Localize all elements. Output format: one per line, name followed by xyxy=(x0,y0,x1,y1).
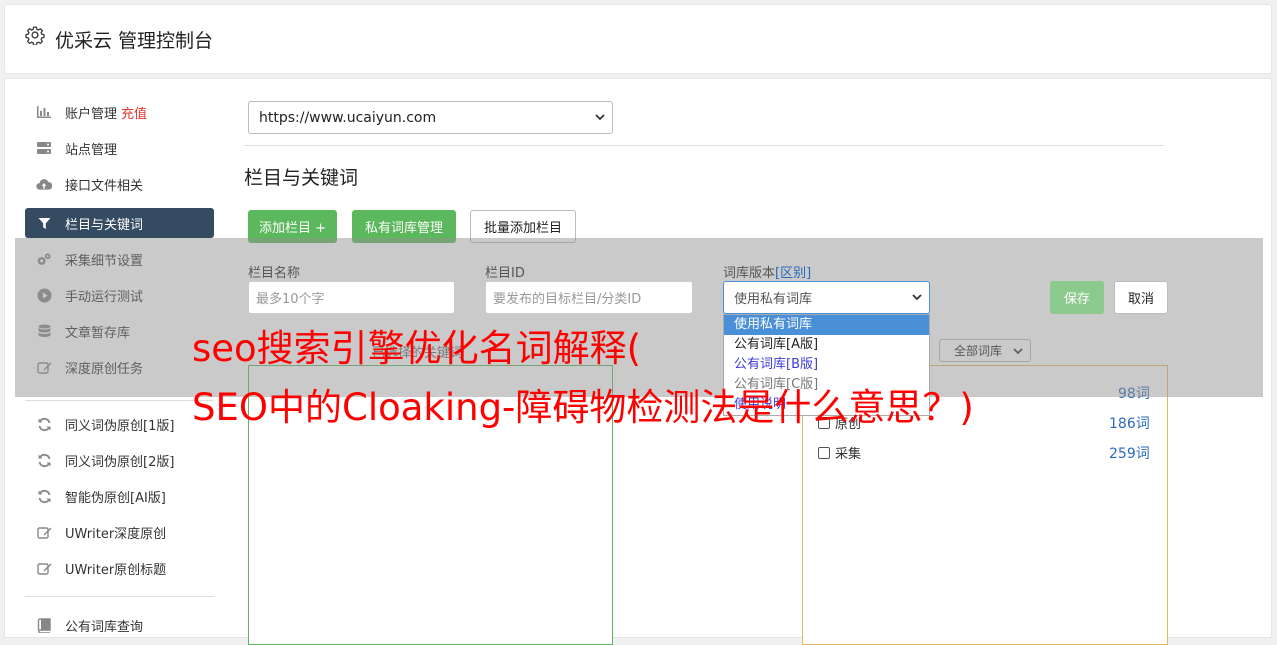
cancel-button[interactable]: 取消 xyxy=(1114,281,1168,314)
chevron-down-icon xyxy=(912,294,922,301)
site-select[interactable]: https://www.ucaiyun.com xyxy=(248,101,613,134)
recharge-link[interactable]: 充值 xyxy=(121,103,147,122)
sidebar-divider xyxy=(25,596,214,597)
sidebar-item-synonym-v1[interactable]: 同义词伪原创[1版] xyxy=(25,409,214,439)
sidebar-item-label: 账户管理 xyxy=(65,106,118,122)
sidebar-item-sites[interactable]: 站点管理 xyxy=(25,133,214,163)
refresh-icon xyxy=(36,488,52,504)
watermark-line-1: seo搜索引擎优化名词解释( xyxy=(192,327,642,370)
dropdown-option[interactable]: 公有词库[B版] xyxy=(724,355,929,375)
save-button[interactable]: 保存 xyxy=(1050,281,1104,314)
sidebar-item-uwriter-title[interactable]: UWriter原创标题 xyxy=(25,553,214,583)
word-count: 186词 xyxy=(1109,416,1150,432)
sidebar-item-label: UWriter深度原创 xyxy=(65,526,167,542)
sidebar-item-interface[interactable]: 接口文件相关 xyxy=(25,169,214,199)
dropdown-option[interactable]: 使用私有词库 xyxy=(724,315,929,335)
edit-icon xyxy=(36,560,52,576)
sidebar-item-uwriter-deep[interactable]: UWriter深度原创 xyxy=(25,517,214,547)
filter-icon xyxy=(36,215,52,231)
library-version-value: 使用私有词库 xyxy=(734,292,813,307)
column-name-label: 栏目名称 xyxy=(248,266,301,281)
refresh-icon xyxy=(36,452,52,468)
sidebar-item-account[interactable]: 账户管理 充值 xyxy=(25,97,214,127)
sidebar-item-ai-rewrite[interactable]: 智能伪原创[AI版] xyxy=(25,481,214,511)
divider xyxy=(244,145,1164,146)
refresh-icon xyxy=(36,416,52,432)
row-label: 采集 xyxy=(835,447,862,462)
sidebar-item-label: UWriter原创标题 xyxy=(65,562,167,578)
sidebar-item-label: 接口文件相关 xyxy=(65,178,144,194)
dropdown-option[interactable]: 公有词库[A版] xyxy=(724,335,929,355)
book-icon xyxy=(36,617,52,633)
sidebar-item-label: 栏目与关键词 xyxy=(65,217,144,233)
library-version-label: 词库版本[区别] xyxy=(723,262,811,281)
watermark-line-2: SEO中的Cloaking-障碍物检测法是什么意思？) xyxy=(192,386,974,429)
page-title: 优采云 管理控制台 xyxy=(55,30,214,52)
edit-icon xyxy=(36,524,52,540)
checkbox[interactable] xyxy=(818,446,830,459)
column-name-input[interactable]: 最多10个字 xyxy=(248,281,455,314)
cloud-upload-icon xyxy=(36,176,52,192)
column-id-input[interactable]: 要发布的目标栏目/分类ID xyxy=(485,281,693,314)
library-row-collect[interactable]: 采集 xyxy=(818,443,861,462)
sidebar-item-label: 智能伪原创[AI版] xyxy=(65,490,166,506)
column-name-placeholder: 最多10个字 xyxy=(256,292,325,307)
sidebar-item-columns[interactable]: 栏目与关键词 xyxy=(25,208,214,238)
sidebar-item-label: 站点管理 xyxy=(65,142,118,158)
sidebar-item-label: 公有词库查询 xyxy=(65,619,144,635)
section-title: 栏目与关键词 xyxy=(244,167,359,189)
modal-backdrop xyxy=(15,238,1263,397)
difference-link[interactable]: [区别] xyxy=(775,266,811,281)
sidebar-item-label: 同义词伪原创[2版] xyxy=(65,454,175,470)
column-id-label: 栏目ID xyxy=(485,266,525,281)
console-header: 优采云 管理控制台 xyxy=(4,4,1272,74)
site-select-value: https://www.ucaiyun.com xyxy=(259,109,437,126)
chevron-down-icon xyxy=(595,114,605,121)
word-count: 259词 xyxy=(1109,446,1150,462)
library-version-select[interactable]: 使用私有词库 xyxy=(723,281,930,314)
sidebar-divider xyxy=(25,400,214,401)
server-icon xyxy=(36,140,52,156)
sidebar-item-label: 同义词伪原创[1版] xyxy=(65,418,175,434)
sidebar-item-synonym-v2[interactable]: 同义词伪原创[2版] xyxy=(25,445,214,475)
gear-icon xyxy=(25,26,45,45)
bar-chart-icon xyxy=(36,104,52,120)
column-id-placeholder: 要发布的目标栏目/分类ID xyxy=(493,292,642,307)
library-version-text: 词库版本 xyxy=(723,266,776,281)
